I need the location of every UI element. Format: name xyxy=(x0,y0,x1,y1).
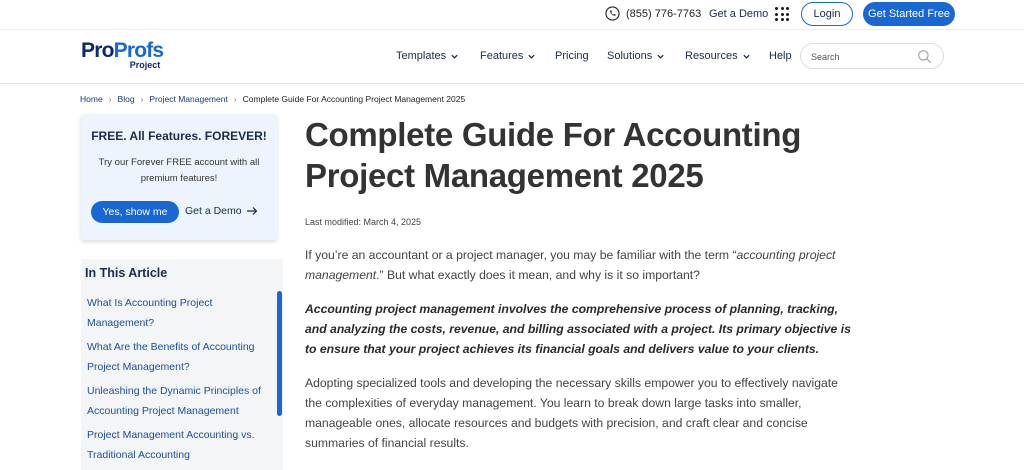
logo-pro: Pro xyxy=(81,39,114,62)
breadcrumb-blog[interactable]: Blog xyxy=(118,94,135,104)
main-header: ProProfs Project Templates Features Pric… xyxy=(0,31,1024,84)
breadcrumb-separator: › xyxy=(108,94,112,104)
breadcrumb: Home › Blog › Project Management › Compl… xyxy=(80,94,465,104)
breadcrumb-home[interactable]: Home xyxy=(80,94,103,104)
toc-list: What Is Accounting Project Management? W… xyxy=(87,293,272,469)
logo-profs: Profs xyxy=(113,39,164,62)
p1-text-before: If you’re an accountant or a project man… xyxy=(305,248,737,262)
toc-item[interactable]: What Is Accounting Project Management? xyxy=(87,293,272,333)
nav-templates-label: Templates xyxy=(396,50,447,62)
p1-text-after: .” But what exactly does it mean, and wh… xyxy=(376,268,700,282)
chevron-down-icon xyxy=(528,54,536,59)
promo-text: Try our Forever FREE account with all pr… xyxy=(98,157,260,184)
breadcrumb-current: Complete Guide For Accounting Project Ma… xyxy=(242,94,466,104)
toc-item[interactable]: Project Management Accounting vs. Tradit… xyxy=(87,425,272,465)
top-utility-bar: (855) 776-7763 Get a Demo Login Get Star… xyxy=(0,0,1024,30)
nav-pricing-label: Pricing xyxy=(555,50,589,62)
get-started-button[interactable]: Get Started Free xyxy=(863,2,955,26)
nav-features[interactable]: Features xyxy=(480,50,536,62)
toc-scrollbar[interactable] xyxy=(277,291,282,416)
toc-item[interactable]: Unleashing the Dynamic Principles of Acc… xyxy=(87,381,272,421)
nav-resources[interactable]: Resources xyxy=(685,50,751,62)
article-paragraph: Adopting specialized tools and developin… xyxy=(305,376,838,450)
promo-get-demo-label: Get a Demo xyxy=(185,205,242,217)
search-box[interactable] xyxy=(800,43,944,69)
article-title: Complete Guide For Accounting Project Ma… xyxy=(305,116,802,194)
apps-grid-icon[interactable] xyxy=(775,7,789,21)
proprofs-project-logo[interactable]: ProProfs Project xyxy=(81,39,164,71)
nav-pricing[interactable]: Pricing xyxy=(555,50,589,62)
chevron-down-icon xyxy=(657,54,664,59)
search-icon[interactable] xyxy=(917,49,932,64)
search-input[interactable] xyxy=(811,50,911,64)
toc-title: In This Article xyxy=(85,266,168,280)
breadcrumb-separator: › xyxy=(140,94,144,104)
table-of-contents: In This Article What Is Accounting Proje… xyxy=(81,259,283,470)
nav-templates[interactable]: Templates xyxy=(396,50,459,62)
yes-show-me-button[interactable]: Yes, show me xyxy=(91,201,179,223)
phone-icon xyxy=(605,6,620,21)
login-button[interactable]: Login xyxy=(801,2,853,26)
article-paragraph: If you’re an accountant or a project man… xyxy=(305,245,855,285)
chevron-down-icon xyxy=(742,54,750,59)
nav-features-label: Features xyxy=(480,50,524,62)
breadcrumb-separator: › xyxy=(233,94,237,104)
promo-get-demo-link[interactable]: Get a Demo xyxy=(185,205,258,217)
promo-title: FREE. All Features. FOREVER! xyxy=(91,129,267,143)
get-demo-link[interactable]: Get a Demo xyxy=(709,8,768,20)
nav-solutions[interactable]: Solutions xyxy=(607,50,665,62)
nav-help[interactable]: Help xyxy=(769,50,792,62)
nav-resources-label: Resources xyxy=(685,50,738,62)
toc-item[interactable]: What Are the Benefits of Accounting Proj… xyxy=(87,337,272,377)
nav-help-label: Help xyxy=(769,50,792,62)
arrow-right-icon xyxy=(246,207,257,215)
phone-number: (855) 776-7763 xyxy=(626,7,702,20)
chevron-down-icon xyxy=(451,54,458,59)
last-modified: Last modified: March 4, 2025 xyxy=(305,217,422,227)
article-summary-paragraph: Accounting project management involves t… xyxy=(305,302,851,356)
breadcrumb-project-management[interactable]: Project Management xyxy=(149,94,227,104)
promo-card: FREE. All Features. FOREVER! Try our For… xyxy=(81,114,277,240)
phone-link[interactable]: (855) 776-7763 xyxy=(605,6,701,21)
nav-solutions-label: Solutions xyxy=(607,50,653,62)
